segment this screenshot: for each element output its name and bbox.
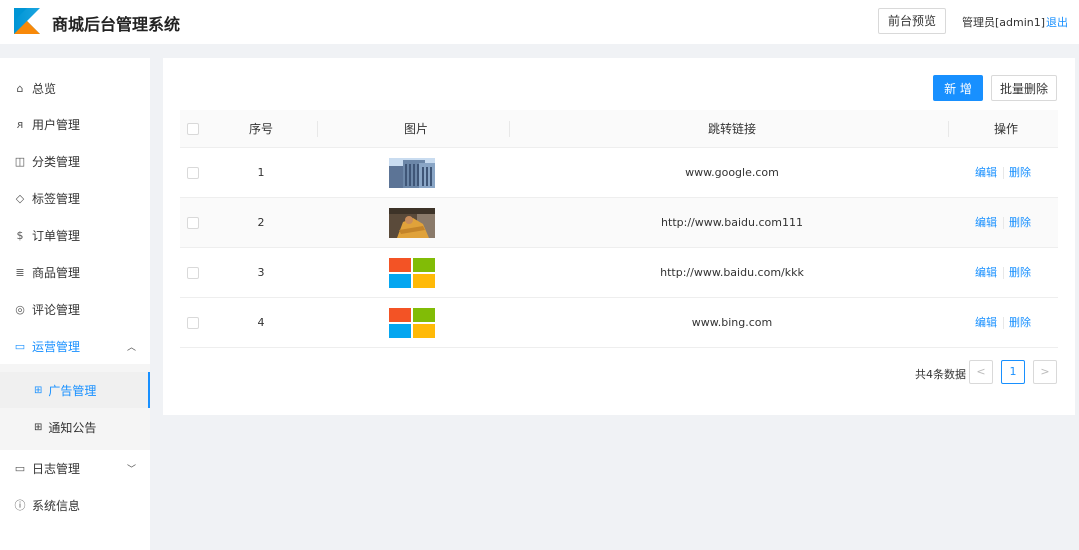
delete-link[interactable]: 删除 (1009, 298, 1031, 348)
edit-link[interactable]: 编辑 (975, 198, 997, 248)
folder-icon: ▭ (14, 461, 26, 475)
page-1-button[interactable]: 1 (1001, 360, 1025, 384)
ads-table: 序号 图片 跳转链接 操作 1 www.google.com 编辑 删除 2 h… (180, 110, 1058, 348)
row-checkbox[interactable] (187, 167, 199, 179)
user-icon: ᴙ (16, 117, 24, 131)
batch-delete-button[interactable]: 批量删除 (991, 75, 1057, 101)
windows-logo-thumbnail (389, 308, 435, 338)
column-divider (948, 121, 949, 137)
row-index: 1 (257, 166, 265, 179)
row-checkbox[interactable] (187, 217, 199, 229)
sidebar-item-label: 用户管理 (32, 117, 81, 132)
sidebar-item-users[interactable]: ᴙ 用户管理 (0, 106, 150, 142)
sidebar-item-label: 运营管理 (32, 339, 81, 354)
sidebar-subitem-label: 通知公告 (48, 420, 97, 435)
column-header-link: 跳转链接 (707, 122, 756, 136)
sidebar-item-label: 系统信息 (32, 498, 81, 513)
edit-link[interactable]: 编辑 (975, 148, 997, 198)
pagination-total: 共4条数据 (915, 368, 966, 381)
sidebar-item-label: 标签管理 (32, 191, 81, 206)
action-divider (1003, 317, 1004, 329)
add-button[interactable]: 新 增 (933, 75, 983, 101)
chevron-up-icon: ︿ (126, 342, 136, 353)
kotlin-logo-icon (14, 8, 40, 34)
sidebar-subitem-label: 广告管理 (48, 383, 97, 398)
category-icon: ◫ (14, 154, 26, 168)
sidebar-item-comments[interactable]: ◎ 评论管理 (0, 291, 150, 327)
delete-link[interactable]: 删除 (1009, 198, 1031, 248)
column-header-index: 序号 (248, 122, 273, 136)
delete-link[interactable]: 删除 (1009, 148, 1031, 198)
info-icon: ⓘ (14, 499, 26, 512)
app-title: 商城后台管理系统 (52, 15, 181, 34)
delete-link[interactable]: 删除 (1009, 248, 1031, 298)
grid-icon: ⊞ (34, 421, 43, 433)
grid-icon: ⊞ (34, 384, 43, 396)
row-checkbox[interactable] (187, 317, 199, 329)
row-link: www.google.com (685, 166, 779, 179)
column-divider (317, 121, 318, 137)
row-checkbox[interactable] (187, 267, 199, 279)
table-header: 序号 图片 跳转链接 操作 (180, 110, 1058, 148)
row-index: 3 (257, 266, 265, 279)
sidebar-item-label: 商品管理 (32, 265, 81, 280)
sidebar-item-label: 分类管理 (32, 154, 81, 169)
logout-link[interactable]: 退出 (1046, 14, 1068, 30)
row-link: http://www.baidu.com/kkk (660, 266, 804, 279)
sidebar-item-overview[interactable]: ⌂ 总览 (0, 70, 150, 106)
comment-icon: ◎ (15, 302, 25, 316)
sidebar-item-system-info[interactable]: ⓘ 系统信息 (0, 487, 150, 523)
windows-logo-thumbnail (389, 258, 435, 288)
sidebar-item-label: 评论管理 (32, 302, 81, 317)
sidebar-item-operations[interactable]: ▭ 运营管理 ︿ (0, 328, 150, 364)
sidebar-item-categories[interactable]: ◫ 分类管理 (0, 143, 150, 179)
sidebar-item-tags[interactable]: ◇ 标签管理 (0, 180, 150, 216)
order-icon: $ (16, 228, 24, 242)
action-divider (1003, 267, 1004, 279)
prev-page-button[interactable]: < (969, 360, 993, 384)
table-row: 4 www.bing.com 编辑 删除 (180, 298, 1058, 348)
next-page-button[interactable]: > (1033, 360, 1057, 384)
table-row: 3 http://www.baidu.com/kkk 编辑 删除 (180, 248, 1058, 298)
table-row: 2 http://www.baidu.com111 编辑 删除 (180, 198, 1058, 248)
chevron-down-icon: ﹀ (126, 464, 136, 475)
admin-username: 管理员[admin1] (962, 16, 1046, 29)
sidebar-item-label: 订单管理 (32, 228, 81, 243)
row-link: www.bing.com (691, 316, 773, 329)
sidebar-item-logs[interactable]: ▭ 日志管理 ﹀ (0, 450, 150, 486)
person-photo-thumbnail (389, 208, 435, 238)
row-index: 2 (257, 216, 265, 229)
sidebar-item-orders[interactable]: $ 订单管理 (0, 217, 150, 253)
row-index: 4 (257, 316, 265, 329)
table-row: 1 www.google.com 编辑 删除 (180, 148, 1058, 198)
folder-icon: ▭ (14, 339, 26, 353)
edit-link[interactable]: 编辑 (975, 248, 997, 298)
row-link: http://www.baidu.com111 (661, 216, 803, 229)
sidebar-subitem-ads[interactable]: ⊞ 广告管理 (0, 372, 150, 408)
building-photo-thumbnail (389, 158, 435, 188)
main-content-card: 新 增 批量删除 序号 图片 跳转链接 操作 1 www.google.com … (163, 58, 1075, 415)
top-header: 商城后台管理系统 前台预览 管理员[admin1] 退出 (0, 0, 1079, 44)
sidebar-item-products[interactable]: ≣ 商品管理 (0, 254, 150, 290)
list-icon: ≣ (15, 265, 25, 279)
column-header-actions: 操作 (993, 122, 1018, 136)
operations-submenu: ⊞ 广告管理 ⊞ 通知公告 (0, 364, 150, 450)
action-divider (1003, 167, 1004, 179)
action-divider (1003, 217, 1004, 229)
column-divider (509, 121, 510, 137)
edit-link[interactable]: 编辑 (975, 298, 997, 348)
sidebar-item-label: 总览 (32, 81, 57, 96)
frontend-preview-button[interactable]: 前台预览 (878, 8, 946, 34)
active-indicator (148, 372, 150, 408)
sidebar-item-label: 日志管理 (32, 461, 81, 476)
sidebar-subitem-notices[interactable]: ⊞ 通知公告 (0, 409, 150, 445)
tag-icon: ◇ (15, 191, 25, 205)
sidebar: ⌂ 总览 ᴙ 用户管理 ◫ 分类管理 ◇ 标签管理 $ 订单管理 ≣ 商品管理 … (0, 58, 150, 550)
column-header-image: 图片 (403, 122, 428, 136)
home-icon: ⌂ (16, 81, 24, 95)
select-all-checkbox[interactable] (187, 123, 199, 135)
